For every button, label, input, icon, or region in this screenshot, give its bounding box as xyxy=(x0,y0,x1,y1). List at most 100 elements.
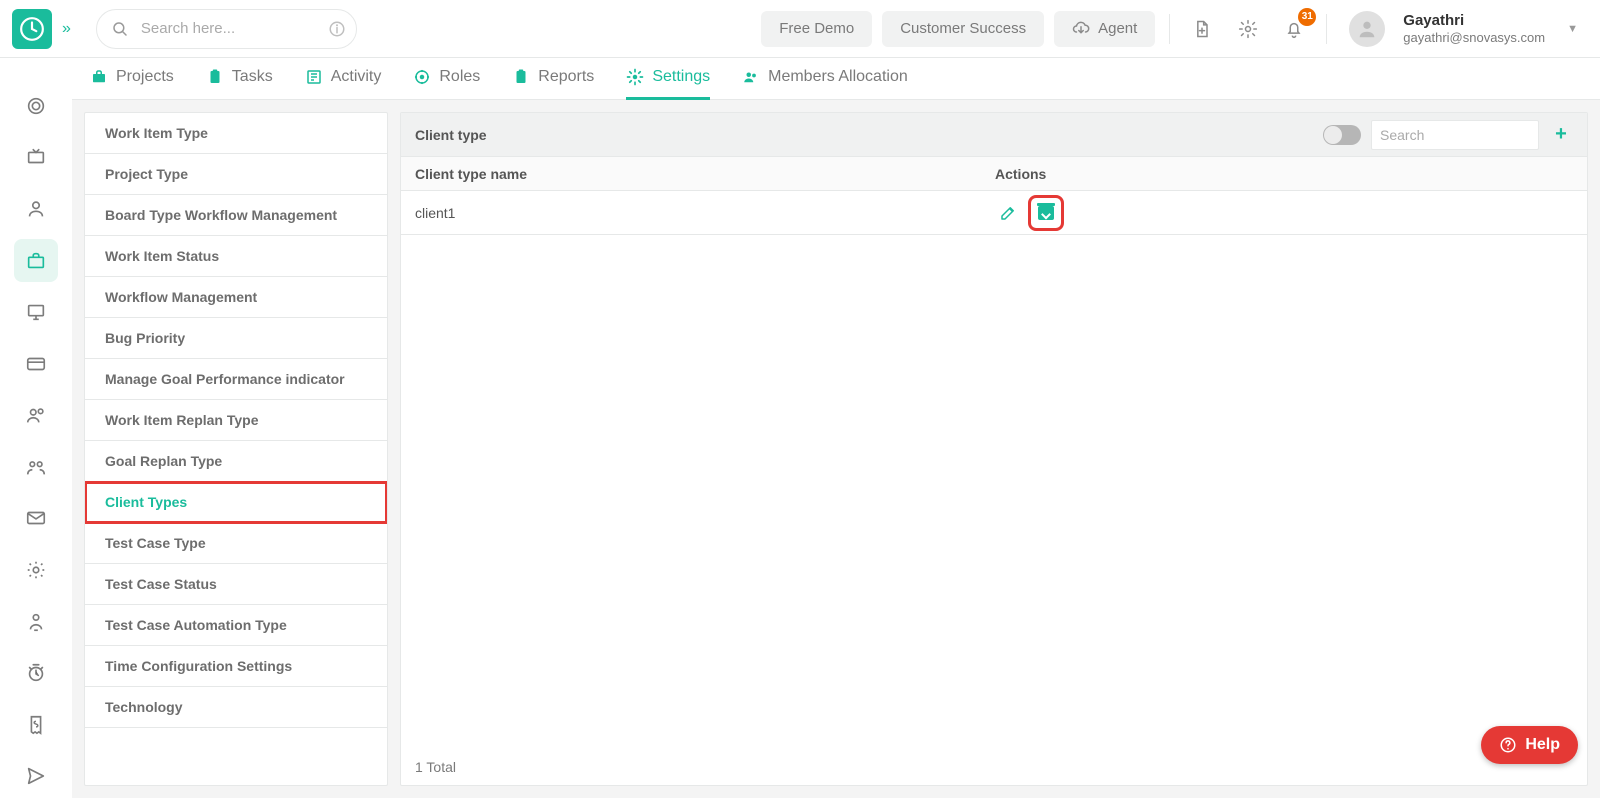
cell-actions xyxy=(995,200,1573,226)
reports-icon xyxy=(512,68,530,86)
tab-activity[interactable]: Activity xyxy=(305,58,382,100)
settings-tab-icon xyxy=(626,68,644,86)
rail-target-icon[interactable] xyxy=(14,84,58,128)
column-name-header: Client type name xyxy=(415,166,995,182)
avatar-placeholder-icon xyxy=(1356,18,1378,40)
rail-clock-icon[interactable] xyxy=(14,651,58,695)
settings-item[interactable]: Workflow Management xyxy=(85,277,387,318)
panel-search-input[interactable] xyxy=(1371,120,1539,150)
cloud-download-icon xyxy=(1072,20,1090,38)
rail-employee-icon[interactable] xyxy=(14,600,58,644)
expand-sidebar-icon[interactable]: » xyxy=(62,20,68,38)
clipboard-icon xyxy=(206,68,224,86)
edit-button[interactable] xyxy=(995,200,1021,226)
tab-reports[interactable]: Reports xyxy=(512,58,594,100)
agent-label: Agent xyxy=(1098,20,1137,37)
document-icon[interactable] xyxy=(1184,11,1220,47)
tab-members-allocation[interactable]: Members Allocation xyxy=(742,58,908,100)
table-row: client1 xyxy=(401,191,1587,235)
search-icon xyxy=(111,20,129,38)
archive-icon xyxy=(1038,206,1054,220)
settings-item[interactable]: Client Types xyxy=(85,482,387,523)
notification-badge: 31 xyxy=(1298,8,1316,26)
clock-logo-icon xyxy=(19,16,45,42)
rail-send-icon[interactable] xyxy=(14,755,58,798)
notifications-icon[interactable]: 31 xyxy=(1276,11,1312,47)
rail-mail-icon[interactable] xyxy=(14,497,58,541)
cell-name: client1 xyxy=(415,205,995,221)
user-email: gayathri@snovasys.com xyxy=(1403,30,1545,46)
rail-invoice-icon[interactable] xyxy=(14,703,58,747)
agent-button[interactable]: Agent xyxy=(1054,11,1155,47)
help-label: Help xyxy=(1525,736,1560,754)
client-type-panel: Client type + Client type name Actions c… xyxy=(400,112,1588,786)
customer-success-button[interactable]: Customer Success xyxy=(882,11,1044,47)
tab-label: Activity xyxy=(331,68,382,86)
settings-item[interactable]: Work Item Type xyxy=(85,113,387,154)
archived-toggle[interactable] xyxy=(1323,125,1361,145)
user-name: Gayathri xyxy=(1403,12,1545,30)
rail-users-icon[interactable] xyxy=(14,393,58,437)
module-tabs: Projects Tasks Activity Roles Reports Se… xyxy=(72,58,1600,100)
tab-roles[interactable]: Roles xyxy=(413,58,480,100)
tab-label: Roles xyxy=(439,68,480,86)
panel-header: Client type + xyxy=(401,113,1587,157)
global-search-input[interactable] xyxy=(139,19,342,38)
header-divider-2 xyxy=(1326,14,1327,44)
search-info-icon[interactable] xyxy=(328,20,346,38)
archive-button[interactable] xyxy=(1033,200,1059,226)
user-avatar[interactable] xyxy=(1349,11,1385,47)
settings-item[interactable]: Technology xyxy=(85,687,387,728)
settings-item[interactable]: Board Type Workflow Management xyxy=(85,195,387,236)
roles-icon xyxy=(413,68,431,86)
settings-item[interactable]: Bug Priority xyxy=(85,318,387,359)
settings-item[interactable]: Work Item Status xyxy=(85,236,387,277)
rail-briefcase-icon[interactable] xyxy=(14,239,58,283)
tab-label: Reports xyxy=(538,68,594,86)
panel-title: Client type xyxy=(415,127,1313,143)
rail-monitor-icon[interactable] xyxy=(14,290,58,334)
app-logo[interactable] xyxy=(12,9,52,49)
body-area: Work Item TypeProject TypeBoard Type Wor… xyxy=(72,100,1600,798)
rail-card-icon[interactable] xyxy=(14,342,58,386)
rail-tv-icon[interactable] xyxy=(14,136,58,180)
free-demo-button[interactable]: Free Demo xyxy=(761,11,872,47)
free-demo-label: Free Demo xyxy=(779,20,854,37)
settings-item[interactable]: Goal Replan Type xyxy=(85,441,387,482)
tab-label: Members Allocation xyxy=(768,68,908,86)
user-block[interactable]: Gayathri gayathri@snovasys.com xyxy=(1403,12,1545,46)
column-actions-header: Actions xyxy=(995,166,1573,182)
user-menu-caret[interactable]: ▼ xyxy=(1567,23,1578,35)
tab-label: Projects xyxy=(116,68,174,86)
tab-label: Tasks xyxy=(232,68,273,86)
settings-gear-icon[interactable] xyxy=(1230,11,1266,47)
rail-gear-icon[interactable] xyxy=(14,548,58,592)
rail-user-icon[interactable] xyxy=(14,187,58,231)
edit-icon xyxy=(999,204,1017,222)
settings-item[interactable]: Test Case Type xyxy=(85,523,387,564)
header-divider xyxy=(1169,14,1170,44)
settings-submenu: Work Item TypeProject TypeBoard Type Wor… xyxy=(84,112,388,786)
tab-label: Settings xyxy=(652,68,710,86)
briefcase-icon xyxy=(90,68,108,86)
table-header: Client type name Actions xyxy=(401,157,1587,191)
settings-item[interactable]: Time Configuration Settings xyxy=(85,646,387,687)
activity-icon xyxy=(305,68,323,86)
settings-item[interactable]: Project Type xyxy=(85,154,387,195)
global-search xyxy=(96,9,357,49)
panel-footer: 1 Total xyxy=(401,749,1587,785)
left-rail xyxy=(0,58,72,798)
settings-item[interactable]: Test Case Automation Type xyxy=(85,605,387,646)
tab-tasks[interactable]: Tasks xyxy=(206,58,273,100)
tab-settings[interactable]: Settings xyxy=(626,58,710,100)
customer-success-label: Customer Success xyxy=(900,20,1026,37)
settings-item[interactable]: Test Case Status xyxy=(85,564,387,605)
members-icon xyxy=(742,68,760,86)
settings-item[interactable]: Manage Goal Performance indicator xyxy=(85,359,387,400)
tab-projects[interactable]: Projects xyxy=(90,58,174,100)
rail-team-icon[interactable] xyxy=(14,445,58,489)
settings-item[interactable]: Work Item Replan Type xyxy=(85,400,387,441)
add-client-type-button[interactable]: + xyxy=(1549,123,1573,147)
app-header: » Free Demo Customer Success Agent 31 xyxy=(0,0,1600,58)
help-button[interactable]: Help xyxy=(1481,726,1578,764)
